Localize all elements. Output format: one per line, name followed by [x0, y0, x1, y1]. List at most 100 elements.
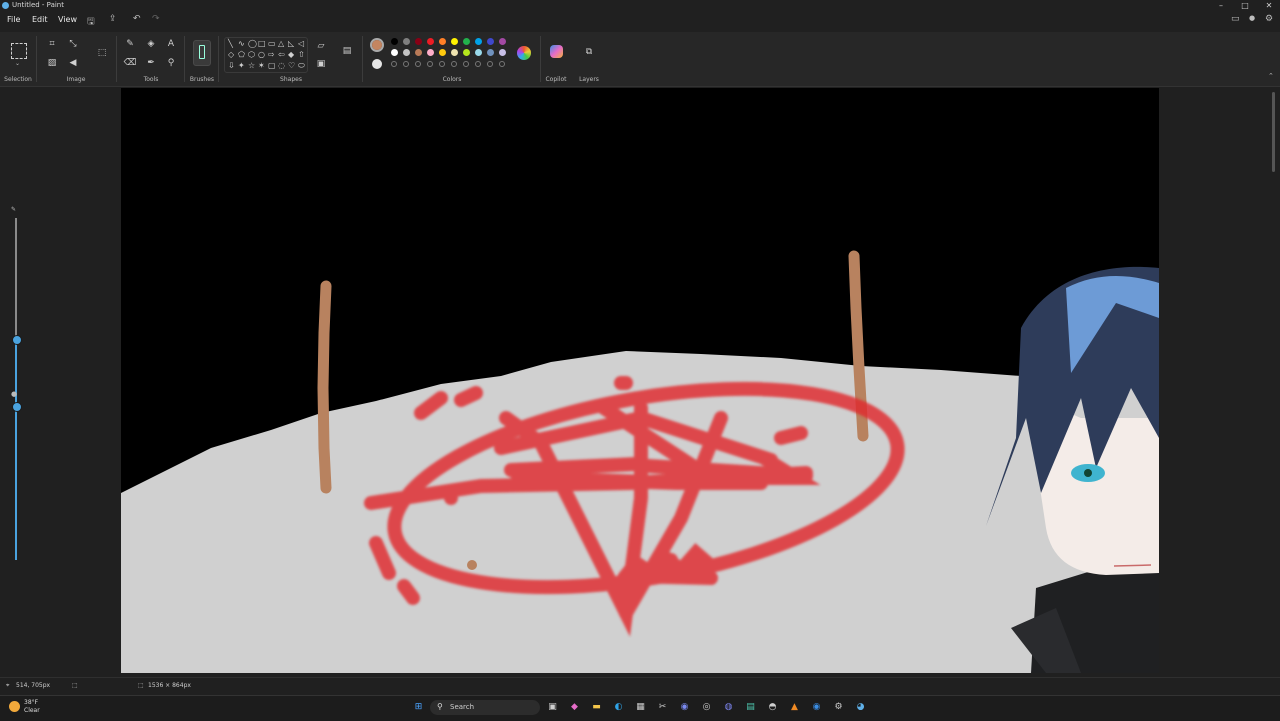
custom-color-slot[interactable] [487, 61, 493, 67]
shape-option[interactable]: ⬠ [238, 50, 245, 59]
shape-option[interactable]: ⬡ [248, 50, 255, 59]
shape-style-icon[interactable]: ▤ [340, 44, 354, 58]
color-swatch[interactable] [499, 38, 506, 45]
shape-option[interactable]: ♡ [288, 61, 295, 70]
custom-color-slot[interactable] [427, 61, 433, 67]
color-swatch[interactable] [499, 49, 506, 56]
app-icon[interactable]: ▤ [744, 701, 757, 714]
obs-icon[interactable]: ◎ [700, 701, 713, 714]
fill-icon[interactable]: ◈ [144, 37, 158, 51]
resize-icon[interactable]: ⤡ [66, 37, 80, 51]
color-swatch[interactable] [463, 49, 470, 56]
account-icon[interactable]: ● [1249, 14, 1255, 22]
color-swatch[interactable] [451, 38, 458, 45]
settings-app-icon[interactable]: ⚙ [832, 701, 845, 714]
shape-option[interactable]: ○ [258, 50, 265, 59]
file-explorer-icon[interactable]: ▬ [590, 701, 603, 714]
task-view-icon[interactable]: ▣ [546, 701, 559, 714]
edit-colors-icon[interactable] [517, 46, 531, 60]
image-select-icon[interactable]: ▨ [45, 56, 59, 70]
opacity-slider[interactable] [15, 402, 17, 560]
vertical-scrollbar[interactable] [1272, 92, 1275, 172]
shape-option[interactable]: ▢ [268, 61, 276, 70]
weather-icon[interactable] [9, 701, 20, 712]
color-swatch[interactable] [463, 38, 470, 45]
copilot-icon[interactable] [550, 45, 563, 58]
store-icon[interactable]: ▦ [634, 701, 647, 714]
color-swatch[interactable] [403, 38, 410, 45]
shape-option[interactable]: ⇩ [228, 61, 235, 70]
shape-option[interactable]: ✶ [258, 61, 265, 70]
custom-color-slot[interactable] [451, 61, 457, 67]
eraser-icon[interactable]: ⌫ [123, 56, 137, 70]
color-swatch[interactable] [439, 38, 446, 45]
color-swatch[interactable] [475, 49, 482, 56]
pencil-icon[interactable]: ✎ [123, 37, 137, 51]
image-options-icon[interactable]: ⬚ [95, 46, 109, 60]
custom-color-slot[interactable] [499, 61, 505, 67]
collapse-ribbon-icon[interactable]: ⌃ [1268, 72, 1274, 80]
shapes-gallery[interactable]: ╲ ∿ ◯ □ ▭ △ ◺ ◁ ◇ ⬠ ⬡ ○ ⇨ ⇦ ◆ ⇧ ⇩ ✦ ☆ ✶ ▢ ◌ ♡ ⬭ [224, 37, 308, 73]
shape-option[interactable]: △ [278, 39, 284, 48]
custom-color-slot[interactable] [463, 61, 469, 67]
shape-option[interactable]: ◆ [288, 50, 294, 59]
shape-option[interactable]: ⇨ [268, 50, 275, 59]
minimize-button[interactable]: – [1212, 0, 1230, 12]
brushes-button[interactable] [193, 40, 211, 66]
primary-color-slot[interactable] [370, 38, 384, 52]
shape-option[interactable]: ╲ [228, 39, 233, 48]
discord-icon[interactable]: ◉ [678, 701, 691, 714]
brush-size-thumb[interactable] [12, 335, 22, 345]
text-icon[interactable]: A [164, 37, 178, 51]
shape-option[interactable]: ∿ [238, 39, 245, 48]
magnifier-icon[interactable]: ⚲ [164, 56, 178, 70]
share-icon[interactable]: ⇪ [109, 14, 117, 24]
shape-option[interactable]: ✦ [238, 61, 245, 70]
custom-color-slot[interactable] [403, 61, 409, 67]
color-swatch[interactable] [427, 49, 434, 56]
shape-option[interactable]: ☆ [248, 61, 255, 70]
selection-tool-icon[interactable] [11, 43, 27, 59]
custom-color-slot[interactable] [475, 61, 481, 67]
secondary-color-swatch[interactable] [372, 59, 382, 69]
paint-taskbar-icon[interactable]: ◕ [854, 701, 867, 714]
color-swatch[interactable] [403, 49, 410, 56]
color-swatch[interactable] [415, 38, 422, 45]
color-swatch[interactable] [391, 38, 398, 45]
menu-view[interactable]: View [58, 15, 77, 24]
brush-size-slider[interactable] [15, 218, 17, 338]
shape-option[interactable]: ⇧ [298, 50, 305, 59]
start-icon[interactable]: ⊞ [412, 701, 425, 714]
menu-edit[interactable]: Edit [32, 15, 48, 24]
rotate-icon[interactable]: ◀ [66, 56, 80, 70]
close-button[interactable]: ✕ [1260, 0, 1278, 12]
custom-color-slot[interactable] [415, 61, 421, 67]
copilot-app-icon[interactable]: ◆ [568, 701, 581, 714]
redo-icon[interactable]: ↷ [152, 14, 160, 24]
teams-icon[interactable]: ◍ [722, 701, 735, 714]
shape-outline-icon[interactable]: ▱ [314, 39, 328, 53]
shape-option[interactable]: ⬭ [298, 61, 305, 71]
feedback-icon[interactable]: ▭ [1231, 14, 1240, 24]
menu-file[interactable]: File [7, 15, 20, 24]
layers-icon[interactable]: ⧉ [582, 45, 596, 59]
shape-option[interactable]: ◁ [298, 39, 304, 48]
taskbar-search[interactable] [430, 700, 540, 715]
color-swatch[interactable] [487, 38, 494, 45]
shape-option[interactable]: ◯ [248, 39, 257, 48]
edge-icon[interactable]: ◐ [612, 701, 625, 714]
shape-option[interactable]: ◺ [288, 39, 294, 48]
shape-option[interactable]: ◌ [278, 61, 285, 70]
steam-icon[interactable]: ◓ [766, 701, 779, 714]
app2-icon[interactable]: ◉ [810, 701, 823, 714]
maximize-button[interactable]: □ [1236, 0, 1254, 12]
color-swatch[interactable] [475, 38, 482, 45]
color-swatch[interactable] [415, 49, 422, 56]
color-swatch[interactable] [487, 49, 494, 56]
color-swatch[interactable] [391, 49, 398, 56]
vlc-icon[interactable]: ▲ [788, 701, 801, 714]
shape-option[interactable]: ▭ [268, 39, 276, 48]
crop-icon[interactable]: ⌗ [45, 37, 59, 51]
shape-option[interactable]: ⇦ [278, 50, 285, 59]
color-picker-icon[interactable]: ✒ [144, 56, 158, 70]
